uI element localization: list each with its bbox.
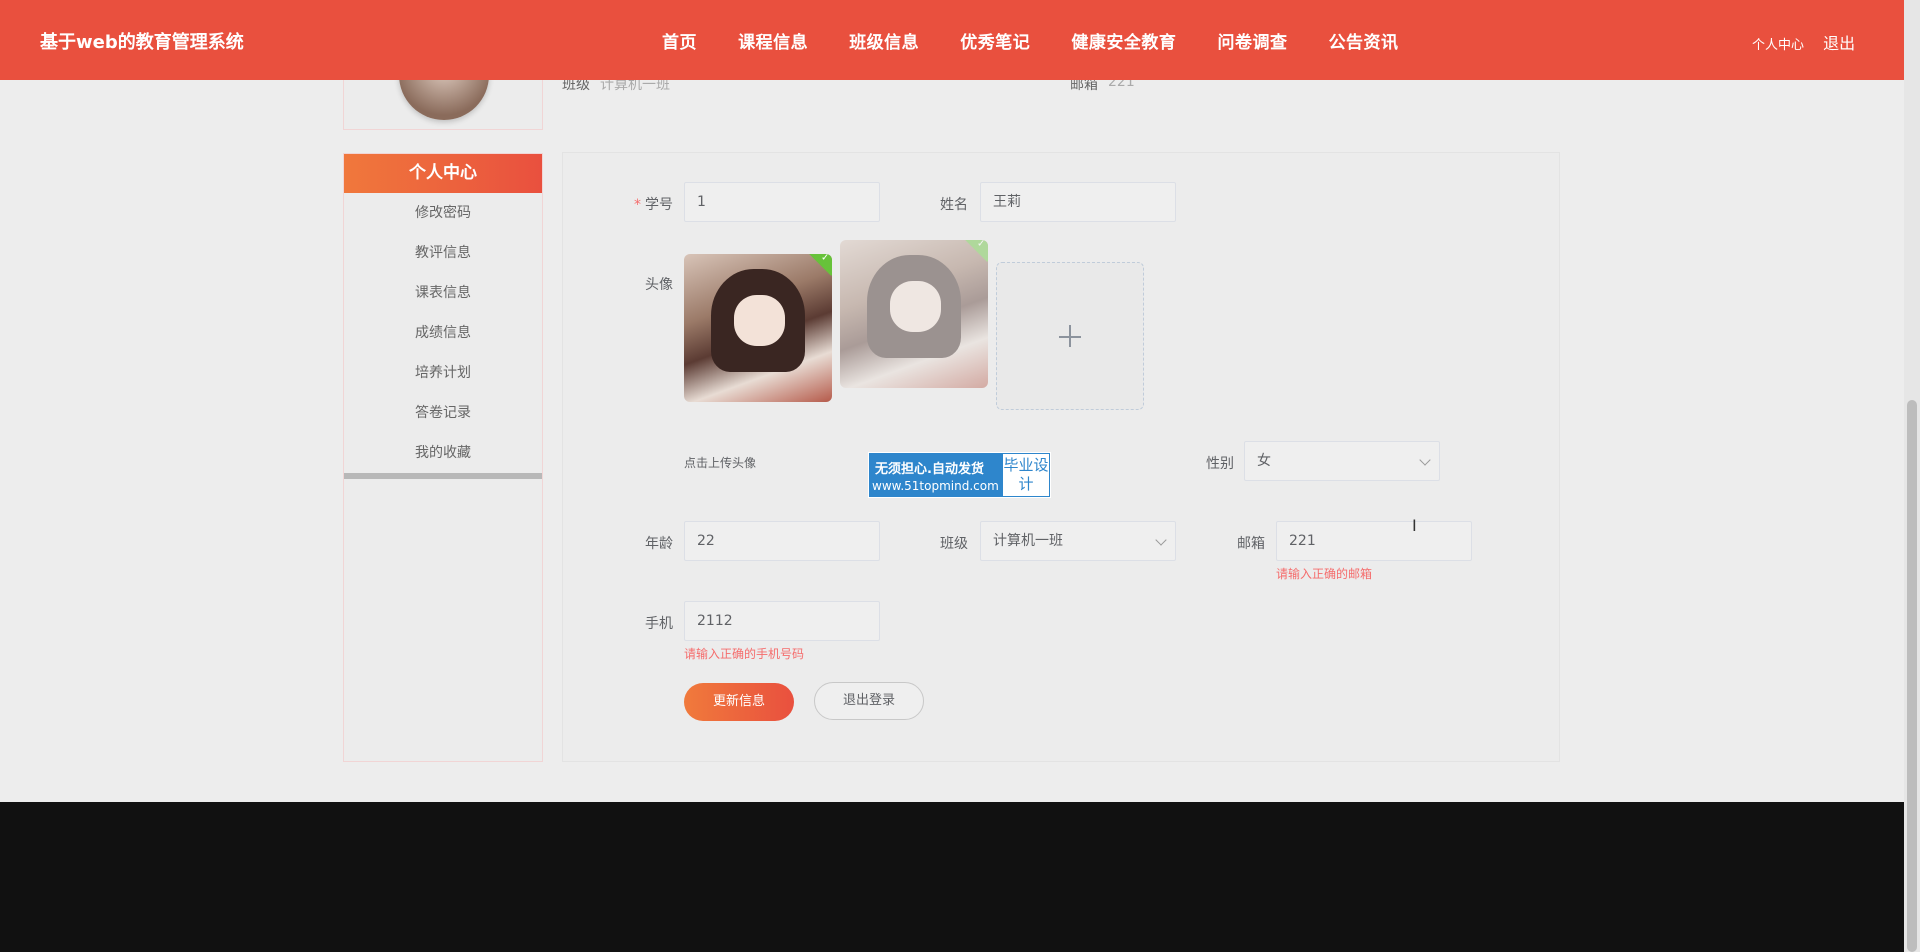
nav-home[interactable]: 首页	[662, 28, 697, 53]
email-label: 邮箱	[1237, 536, 1265, 552]
sidebar-item-teaching-evaluation[interactable]: 教评信息	[344, 233, 542, 273]
sidebar-item-training-plan[interactable]: 培养计划	[344, 353, 542, 393]
page-footer	[0, 802, 1904, 952]
logout-button[interactable]: 退出登录	[814, 682, 924, 720]
update-info-button[interactable]: 更新信息	[684, 683, 794, 721]
nav-survey[interactable]: 问卷调查	[1217, 28, 1287, 53]
chevron-down-icon	[1419, 454, 1431, 466]
gender-select[interactable]: 女	[1244, 441, 1440, 481]
phone-field[interactable]: 2112	[684, 601, 880, 641]
avatar-upload-box[interactable]	[996, 262, 1144, 410]
nav-safety[interactable]: 健康安全教育	[1071, 28, 1176, 53]
phone-label: 手机	[645, 616, 673, 632]
avatar-upload-hint: 点击上传头像	[684, 456, 757, 470]
site-brand[interactable]: 基于web的教育管理系统	[40, 28, 244, 54]
class-label: 班级	[940, 536, 968, 552]
nav-news[interactable]: 公告资讯	[1329, 28, 1399, 53]
age-field[interactable]: 22	[684, 521, 880, 561]
watermark-side-text: 毕业设计	[1003, 454, 1049, 496]
sidebar-item-grades[interactable]: 成绩信息	[344, 313, 542, 353]
watermark-badge: 无须担心.自动发货 www.51topmind.com 毕业设计	[868, 452, 1051, 498]
sidebar-item-answer-records[interactable]: 答卷记录	[344, 393, 542, 433]
class-select[interactable]: 计算机一班	[980, 521, 1176, 561]
sidebar-item-timetable[interactable]: 课表信息	[344, 273, 542, 313]
class-select-value: 计算机一班	[993, 533, 1063, 549]
page-scrollbar-thumb[interactable]	[1907, 400, 1917, 952]
logout-link[interactable]: 退出	[1823, 30, 1855, 54]
name-label: 姓名	[940, 197, 968, 213]
nav-classes[interactable]: 班级信息	[849, 28, 919, 53]
required-mark: *	[634, 197, 641, 213]
sidebar-item-change-password[interactable]: 修改密码	[344, 193, 542, 233]
sidebar-item-favorites[interactable]: 我的收藏	[344, 433, 542, 473]
email-field[interactable]: 221	[1276, 521, 1472, 561]
user-actions: 个人中心 退出	[1752, 30, 1855, 54]
user-center-link[interactable]: 个人中心	[1752, 34, 1804, 53]
main-nav: 首页 课程信息 班级信息 优秀笔记 健康安全教育 问卷调查 公告资讯	[662, 28, 1435, 53]
name-field[interactable]: 王莉	[980, 182, 1176, 222]
sidebar-scrollbar[interactable]	[344, 473, 542, 479]
avatar-label: 头像	[645, 277, 673, 293]
avatar-photo-2[interactable]: ✓	[840, 240, 988, 388]
nav-courses[interactable]: 课程信息	[738, 28, 808, 53]
watermark-url: www.51topmind.com	[872, 479, 999, 493]
phone-error: 请输入正确的手机号码	[684, 647, 805, 661]
nav-notes[interactable]: 优秀笔记	[960, 28, 1030, 53]
gender-label: 性别	[1206, 456, 1234, 472]
sidebar-title: 个人中心	[344, 154, 542, 193]
top-navbar: 基于web的教育管理系统 首页 课程信息 班级信息 优秀笔记 健康安全教育 问卷…	[0, 0, 1904, 80]
chevron-down-icon	[1155, 534, 1167, 546]
gender-select-value: 女	[1257, 453, 1271, 469]
student-id-field[interactable]: 1	[684, 182, 880, 222]
age-label: 年龄	[645, 536, 673, 552]
avatar-photo-1[interactable]: ✓	[684, 254, 832, 402]
watermark-main-text: 无须担心.自动发货	[875, 462, 984, 477]
sidebar: 个人中心 修改密码 教评信息 课表信息 成绩信息 培养计划 答卷记录 我的收藏	[343, 153, 543, 762]
student-id-label: * 学号	[634, 197, 673, 213]
check-icon: ✓	[807, 254, 832, 276]
check-icon: ✓	[963, 240, 988, 262]
text-cursor-icon: I	[1412, 516, 1417, 535]
email-error: 请输入正确的邮箱	[1276, 567, 1373, 581]
